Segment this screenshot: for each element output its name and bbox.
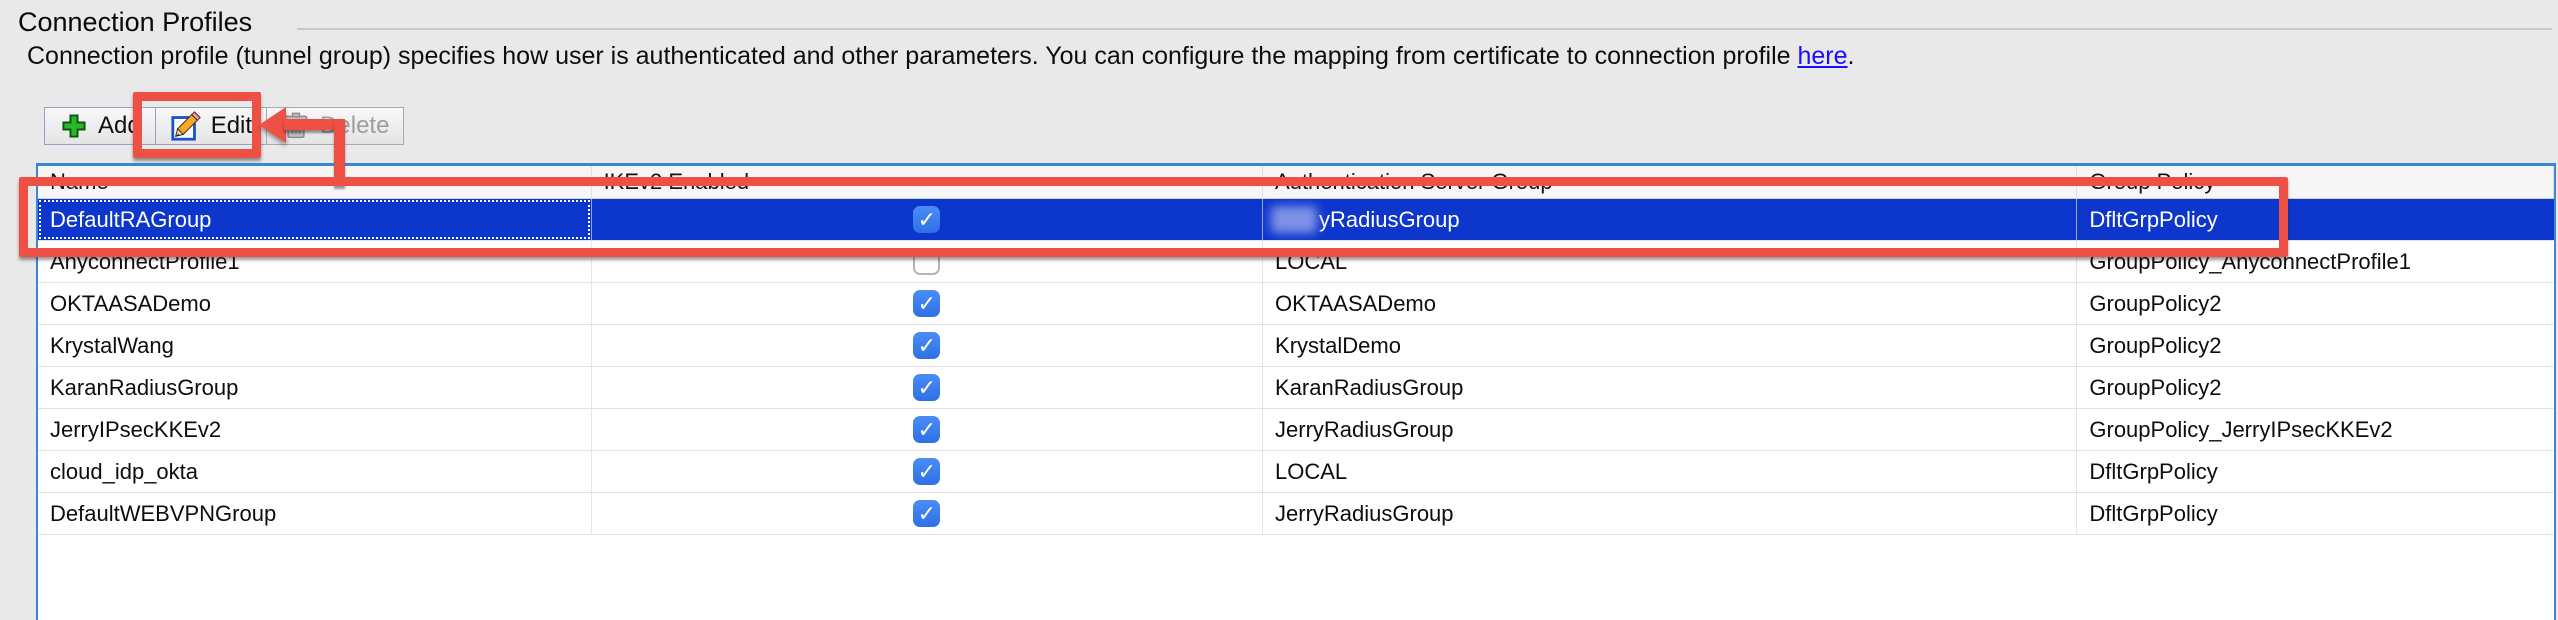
- table-row-JerryIPsecKKEv2[interactable]: JerryIPsecKKEv2 JerryRadiusGroup GroupPoli…: [38, 409, 2554, 451]
- cell-ikev2-enabled: [592, 199, 1263, 240]
- connection-profiles-panel: Connection Profiles Connection profile (…: [0, 0, 2558, 620]
- cell-auth-server-group: JerryRadiusGroup: [1263, 409, 2077, 450]
- cell-group-policy: GroupPolicy2: [2077, 367, 2554, 408]
- checkbox-checked-icon[interactable]: [913, 374, 940, 401]
- table-row-OKTAASADemo[interactable]: OKTAASADemo OKTAASADemo GroupPolicy2: [38, 283, 2554, 325]
- connection-profiles-table: NameIKEv2 EnabledAuthentication Server G…: [36, 163, 2556, 620]
- delete-button-label: Delete: [320, 112, 389, 140]
- table-row-KaranRadiusGroup[interactable]: KaranRadiusGroup KaranRadiusGroup GroupPol…: [38, 367, 2554, 409]
- cell-group-policy: DfltGrpPolicy: [2077, 451, 2554, 492]
- redacted-blur-patch: [1271, 206, 1317, 233]
- table-row-KrystalWang[interactable]: KrystalWang KrystalDemo GroupPolicy2: [38, 325, 2554, 367]
- table-body: DefaultRAGroupyRadiusGroupDfltGrpPolicyA…: [38, 199, 2554, 535]
- cell-ikev2-enabled: [592, 409, 1263, 450]
- checkbox-checked-icon[interactable]: [913, 416, 940, 443]
- cell-ikev2-enabled: [592, 367, 1263, 408]
- description-period: .: [1848, 42, 1855, 70]
- cell-group-policy: GroupPolicy_AnyconnectProfile1: [2077, 241, 2554, 282]
- auth-server-group-text: LOCAL: [1275, 249, 1347, 275]
- trash-icon: [281, 111, 311, 141]
- cell-auth-server-group: LOCAL: [1263, 241, 2077, 282]
- column-header-ikev2[interactable]: IKEv2 Enabled: [592, 166, 1263, 198]
- auth-server-group-text: OKTAASADemo: [1275, 291, 1436, 317]
- column-header-policy[interactable]: Group Policy: [2077, 166, 2554, 198]
- cell-name: cloud_idp_okta: [38, 451, 592, 492]
- table-row-DefaultWEBVPNGroup[interactable]: DefaultWEBVPNGroup JerryRadiusGroup DfltGr…: [38, 493, 2554, 535]
- checkbox-checked-icon[interactable]: [913, 332, 940, 359]
- auth-server-group-text: JerryRadiusGroup: [1275, 501, 1454, 527]
- cell-ikev2-enabled: [592, 283, 1263, 324]
- column-header-auth[interactable]: Authentication Server Group: [1263, 166, 2077, 198]
- delete-button[interactable]: Delete: [266, 107, 404, 145]
- cell-name: KaranRadiusGroup: [38, 367, 592, 408]
- edit-button-label: Edit: [211, 112, 252, 140]
- auth-server-group-text: KaranRadiusGroup: [1275, 375, 1463, 401]
- cell-ikev2-enabled: [592, 493, 1263, 534]
- plus-icon: [59, 111, 89, 141]
- table-row-cloud_idp_okta[interactable]: cloud_idp_okta LOCAL DfltGrpPolicy: [38, 451, 2554, 493]
- cell-group-policy: GroupPolicy_JerryIPsecKKEv2: [2077, 409, 2554, 450]
- cell-group-policy: GroupPolicy2: [2077, 325, 2554, 366]
- panel-description: Connection profile (tunnel group) specif…: [27, 42, 1854, 71]
- column-header-name[interactable]: Name: [38, 166, 592, 198]
- cell-group-policy: DfltGrpPolicy: [2077, 493, 2554, 534]
- cell-ikev2-enabled: [592, 325, 1263, 366]
- profiles-toolbar: Add Edit: [44, 107, 404, 145]
- groupbox-separator: [297, 28, 2552, 30]
- add-button[interactable]: Add: [44, 107, 156, 145]
- checkbox-checked-icon[interactable]: [913, 500, 940, 527]
- pencil-edit-icon: [170, 110, 202, 142]
- auth-server-group-text: LOCAL: [1275, 459, 1347, 485]
- cell-auth-server-group: KrystalDemo: [1263, 325, 2077, 366]
- panel-title: Connection Profiles: [18, 7, 252, 38]
- cell-name: JerryIPsecKKEv2: [38, 409, 592, 450]
- cell-ikev2-enabled: [592, 241, 1263, 282]
- cell-auth-server-group: KaranRadiusGroup: [1263, 367, 2077, 408]
- table-row-AnyconnectProfile1[interactable]: AnyconnectProfile1 LOCAL GroupPolicy_Anyco…: [38, 241, 2554, 283]
- certificate-mapping-here-link[interactable]: here: [1797, 42, 1847, 70]
- cell-name: KrystalWang: [38, 325, 592, 366]
- cell-name: DefaultRAGroup: [38, 199, 592, 240]
- cell-name: DefaultWEBVPNGroup: [38, 493, 592, 534]
- checkbox-checked-icon[interactable]: [913, 206, 940, 233]
- auth-server-group-text: yRadiusGroup: [1319, 207, 1460, 233]
- checkbox-unchecked-icon[interactable]: [913, 248, 940, 275]
- cell-auth-server-group: LOCAL: [1263, 451, 2077, 492]
- cell-group-policy: GroupPolicy2: [2077, 283, 2554, 324]
- add-button-label: Add: [98, 112, 141, 140]
- auth-server-group-text: KrystalDemo: [1275, 333, 1401, 359]
- cell-auth-server-group: JerryRadiusGroup: [1263, 493, 2077, 534]
- table-row-DefaultRAGroup[interactable]: DefaultRAGroup yRadiusGroup DfltGrpPolicy: [38, 199, 2554, 241]
- table-header-row: NameIKEv2 EnabledAuthentication Server G…: [38, 166, 2554, 199]
- cell-group-policy: DfltGrpPolicy: [2077, 199, 2554, 240]
- cell-ikev2-enabled: [592, 451, 1263, 492]
- cell-name: AnyconnectProfile1: [38, 241, 592, 282]
- auth-server-group-text: JerryRadiusGroup: [1275, 417, 1454, 443]
- checkbox-checked-icon[interactable]: [913, 458, 940, 485]
- description-text: Connection profile (tunnel group) specif…: [27, 42, 1797, 70]
- cell-auth-server-group: OKTAASADemo: [1263, 283, 2077, 324]
- edit-button[interactable]: Edit: [155, 107, 267, 145]
- cell-auth-server-group: yRadiusGroup: [1263, 199, 2077, 240]
- cell-name: OKTAASADemo: [38, 283, 592, 324]
- checkbox-checked-icon[interactable]: [913, 290, 940, 317]
